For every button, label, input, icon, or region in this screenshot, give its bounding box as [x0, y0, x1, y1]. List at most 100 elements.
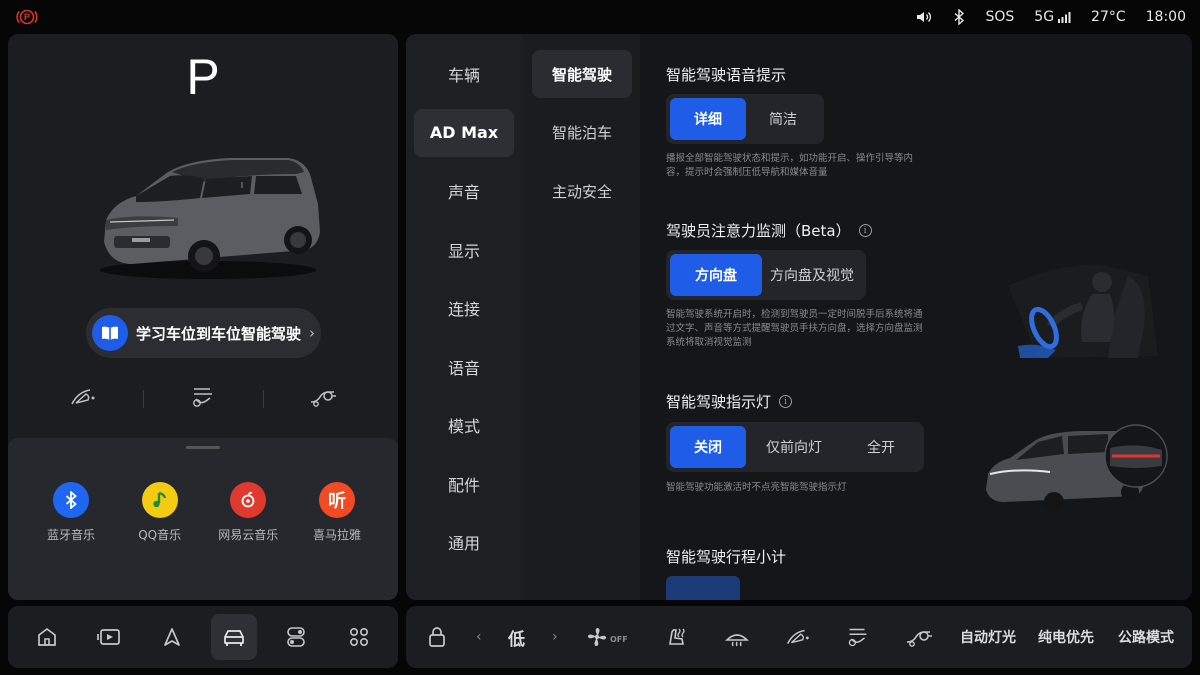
navigation-button[interactable] — [149, 614, 195, 660]
sos-button[interactable]: SOS — [985, 9, 1014, 25]
settings-content: 智能驾驶语音提示 详细 简洁 播报全部智能驾驶状态和提示，如功能开启、操作引导等… — [640, 34, 1192, 600]
tab-category-3[interactable]: 显示 — [414, 226, 514, 274]
voice-prompt-brief-option[interactable]: 简洁 — [746, 98, 820, 140]
driver-monitor-segment: 方向盘 方向盘及视觉 — [666, 250, 866, 300]
subcategory-list: 智能驾驶智能泊车主动安全 — [522, 34, 640, 600]
parking-brake-icon: P — [16, 9, 38, 25]
volume-icon[interactable] — [915, 10, 933, 24]
tab-category-0[interactable]: 车辆 — [414, 50, 514, 98]
gear-indicator: P — [186, 49, 220, 105]
learn-parking-label: 学习车位到车位智能驾驶 — [136, 324, 302, 343]
toggles-button[interactable] — [273, 614, 319, 660]
indicator-light-front-option[interactable]: 仅前向灯 — [746, 426, 842, 468]
svg-text:P: P — [24, 12, 30, 22]
tab-category-7[interactable]: 配件 — [414, 460, 514, 508]
auto-lights-button[interactable]: 自动灯光 — [960, 606, 1016, 668]
bottom-bar: ‹ 低 › OFF 自动灯光 纯电优先 公路模式 — [0, 606, 1200, 668]
car-infotainment-screen: P SOS 5G 27°C 18:00 P 学习车位到车位智能驾驶 › 蓝牙音乐… — [0, 0, 1200, 675]
charge-port-icon[interactable] — [308, 386, 338, 412]
bluetooth-icon[interactable] — [953, 9, 965, 25]
seat-heating-button[interactable] — [664, 606, 688, 668]
media-app-0[interactable]: 蓝牙音乐 — [28, 482, 114, 543]
netease-music-icon — [230, 482, 267, 518]
defrost-icon — [725, 634, 749, 647]
quick-actions — [68, 384, 338, 414]
tab-category-6[interactable]: 模式 — [414, 401, 514, 449]
fan-decrease-icon[interactable]: ‹ — [476, 606, 482, 668]
climate-control-bar: ‹ 低 › OFF 自动灯光 纯电优先 公路模式 — [406, 606, 1192, 668]
seat-heat-icon — [669, 628, 685, 645]
drag-handle[interactable] — [186, 446, 220, 449]
trip-summary-title: 智能驾驶行程小计 — [666, 548, 787, 566]
tab-category-8[interactable]: 通用 — [414, 518, 514, 566]
indicator-light-info-icon[interactable]: i — [779, 395, 793, 408]
seat-heat-icon[interactable] — [188, 385, 218, 413]
toggle-switches-icon — [287, 627, 306, 647]
tab-subcategory-1[interactable]: 智能泊车 — [532, 109, 632, 157]
media-app-2[interactable]: 网易云音乐 — [205, 482, 291, 543]
suv-illustration — [100, 158, 320, 279]
book-icon — [92, 315, 128, 351]
trip-summary-card[interactable] — [666, 576, 740, 600]
indicator-light-description: 智能驾驶功能激活时不点亮智能驾驶指示灯 — [666, 482, 847, 493]
media-app-label: 喜马拉雅 — [312, 528, 361, 542]
media-app-list: 蓝牙音乐 QQ音乐 网易云音乐 听喜马拉雅 — [28, 482, 380, 543]
fan-icon — [588, 628, 606, 646]
indicator-light-off-option[interactable]: 关闭 — [670, 426, 746, 468]
qq-music-icon — [141, 482, 178, 518]
mirror-fold-icon[interactable] — [68, 386, 98, 412]
tab-category-5[interactable]: 语音 — [414, 343, 514, 391]
indicator-light-title: 智能驾驶指示灯 i — [666, 391, 793, 412]
network-label: 5G — [1034, 9, 1055, 25]
driver-monitor-wheel-vision-option[interactable]: 方向盘及视觉 — [762, 254, 862, 296]
media-app-label: QQ音乐 — [138, 528, 182, 542]
tab-category-2[interactable]: 声音 — [414, 167, 514, 215]
car-icon — [224, 630, 244, 646]
voice-prompt-detailed-option[interactable]: 详细 — [670, 98, 746, 140]
driver-monitor-info-icon[interactable]: i — [858, 224, 872, 237]
lock-icon — [429, 627, 445, 647]
charge-port-button[interactable] — [904, 606, 934, 668]
driver-monitor-wheel-option[interactable]: 方向盘 — [670, 254, 762, 296]
driver-monitor-title: 驾驶员注意力监测（Beta） i — [666, 220, 872, 241]
learn-parking-route-button[interactable]: 学习车位到车位智能驾驶 › — [86, 308, 321, 358]
road-mode-button[interactable]: 公路模式 — [1118, 606, 1174, 668]
indicator-light-all-option[interactable]: 全开 — [842, 426, 920, 468]
indicator-light-segment: 关闭 仅前向灯 全开 — [666, 422, 924, 472]
apps-button[interactable] — [336, 614, 382, 660]
clock: 18:00 — [1145, 9, 1186, 25]
media-app-label: 网易云音乐 — [218, 528, 279, 542]
fan-level: 低 — [508, 629, 525, 650]
fan-toggle[interactable]: OFF — [586, 606, 628, 668]
status-bar: P SOS 5G 27°C 18:00 — [0, 0, 1200, 34]
voice-prompt-segment: 详细 简洁 — [666, 94, 824, 144]
tab-category-1[interactable]: AD Max — [414, 108, 514, 157]
mirror-fold-button[interactable] — [784, 606, 812, 668]
charge-port-icon — [906, 631, 932, 647]
tab-category-4[interactable]: 连接 — [414, 284, 514, 332]
tab-subcategory-0[interactable]: 智能驾驶 — [532, 50, 632, 98]
defrost-button[interactable] — [724, 606, 750, 668]
voice-prompt-title: 智能驾驶语音提示 — [666, 66, 787, 84]
media-app-1[interactable]: QQ音乐 — [117, 482, 203, 543]
seat-adjust-button[interactable] — [844, 606, 872, 668]
tab-subcategory-2[interactable]: 主动安全 — [532, 167, 632, 215]
app-dock — [8, 606, 398, 668]
vehicle-panel: P 学习车位到车位智能驾驶 › 蓝牙音乐 QQ音乐 网易云音乐 听 喜马拉雅 — [8, 34, 398, 600]
network-status: 5G — [1034, 9, 1071, 25]
lock-button[interactable] — [428, 606, 446, 668]
seat-heat-icon — [848, 628, 867, 647]
mirror-fold-icon — [787, 629, 809, 644]
media-app-3[interactable]: 听喜马拉雅 — [294, 482, 380, 543]
bluetooth-music-icon — [53, 482, 89, 518]
ev-priority-button[interactable]: 纯电优先 — [1038, 606, 1094, 668]
media-button[interactable] — [86, 614, 132, 660]
media-app-label: 蓝牙音乐 — [46, 528, 95, 542]
home-icon — [38, 627, 57, 646]
home-button[interactable] — [24, 614, 70, 660]
app-grid-icon — [349, 627, 368, 647]
settings-panel: 车辆 AD Max 声音显示连接语音模式配件通用 智能驾驶智能泊车主动安全 智能驾驶… — [406, 34, 1192, 600]
chevron-right-icon: › — [309, 324, 316, 342]
fan-increase-icon[interactable]: › — [552, 606, 558, 668]
vehicle-button[interactable] — [211, 614, 258, 660]
